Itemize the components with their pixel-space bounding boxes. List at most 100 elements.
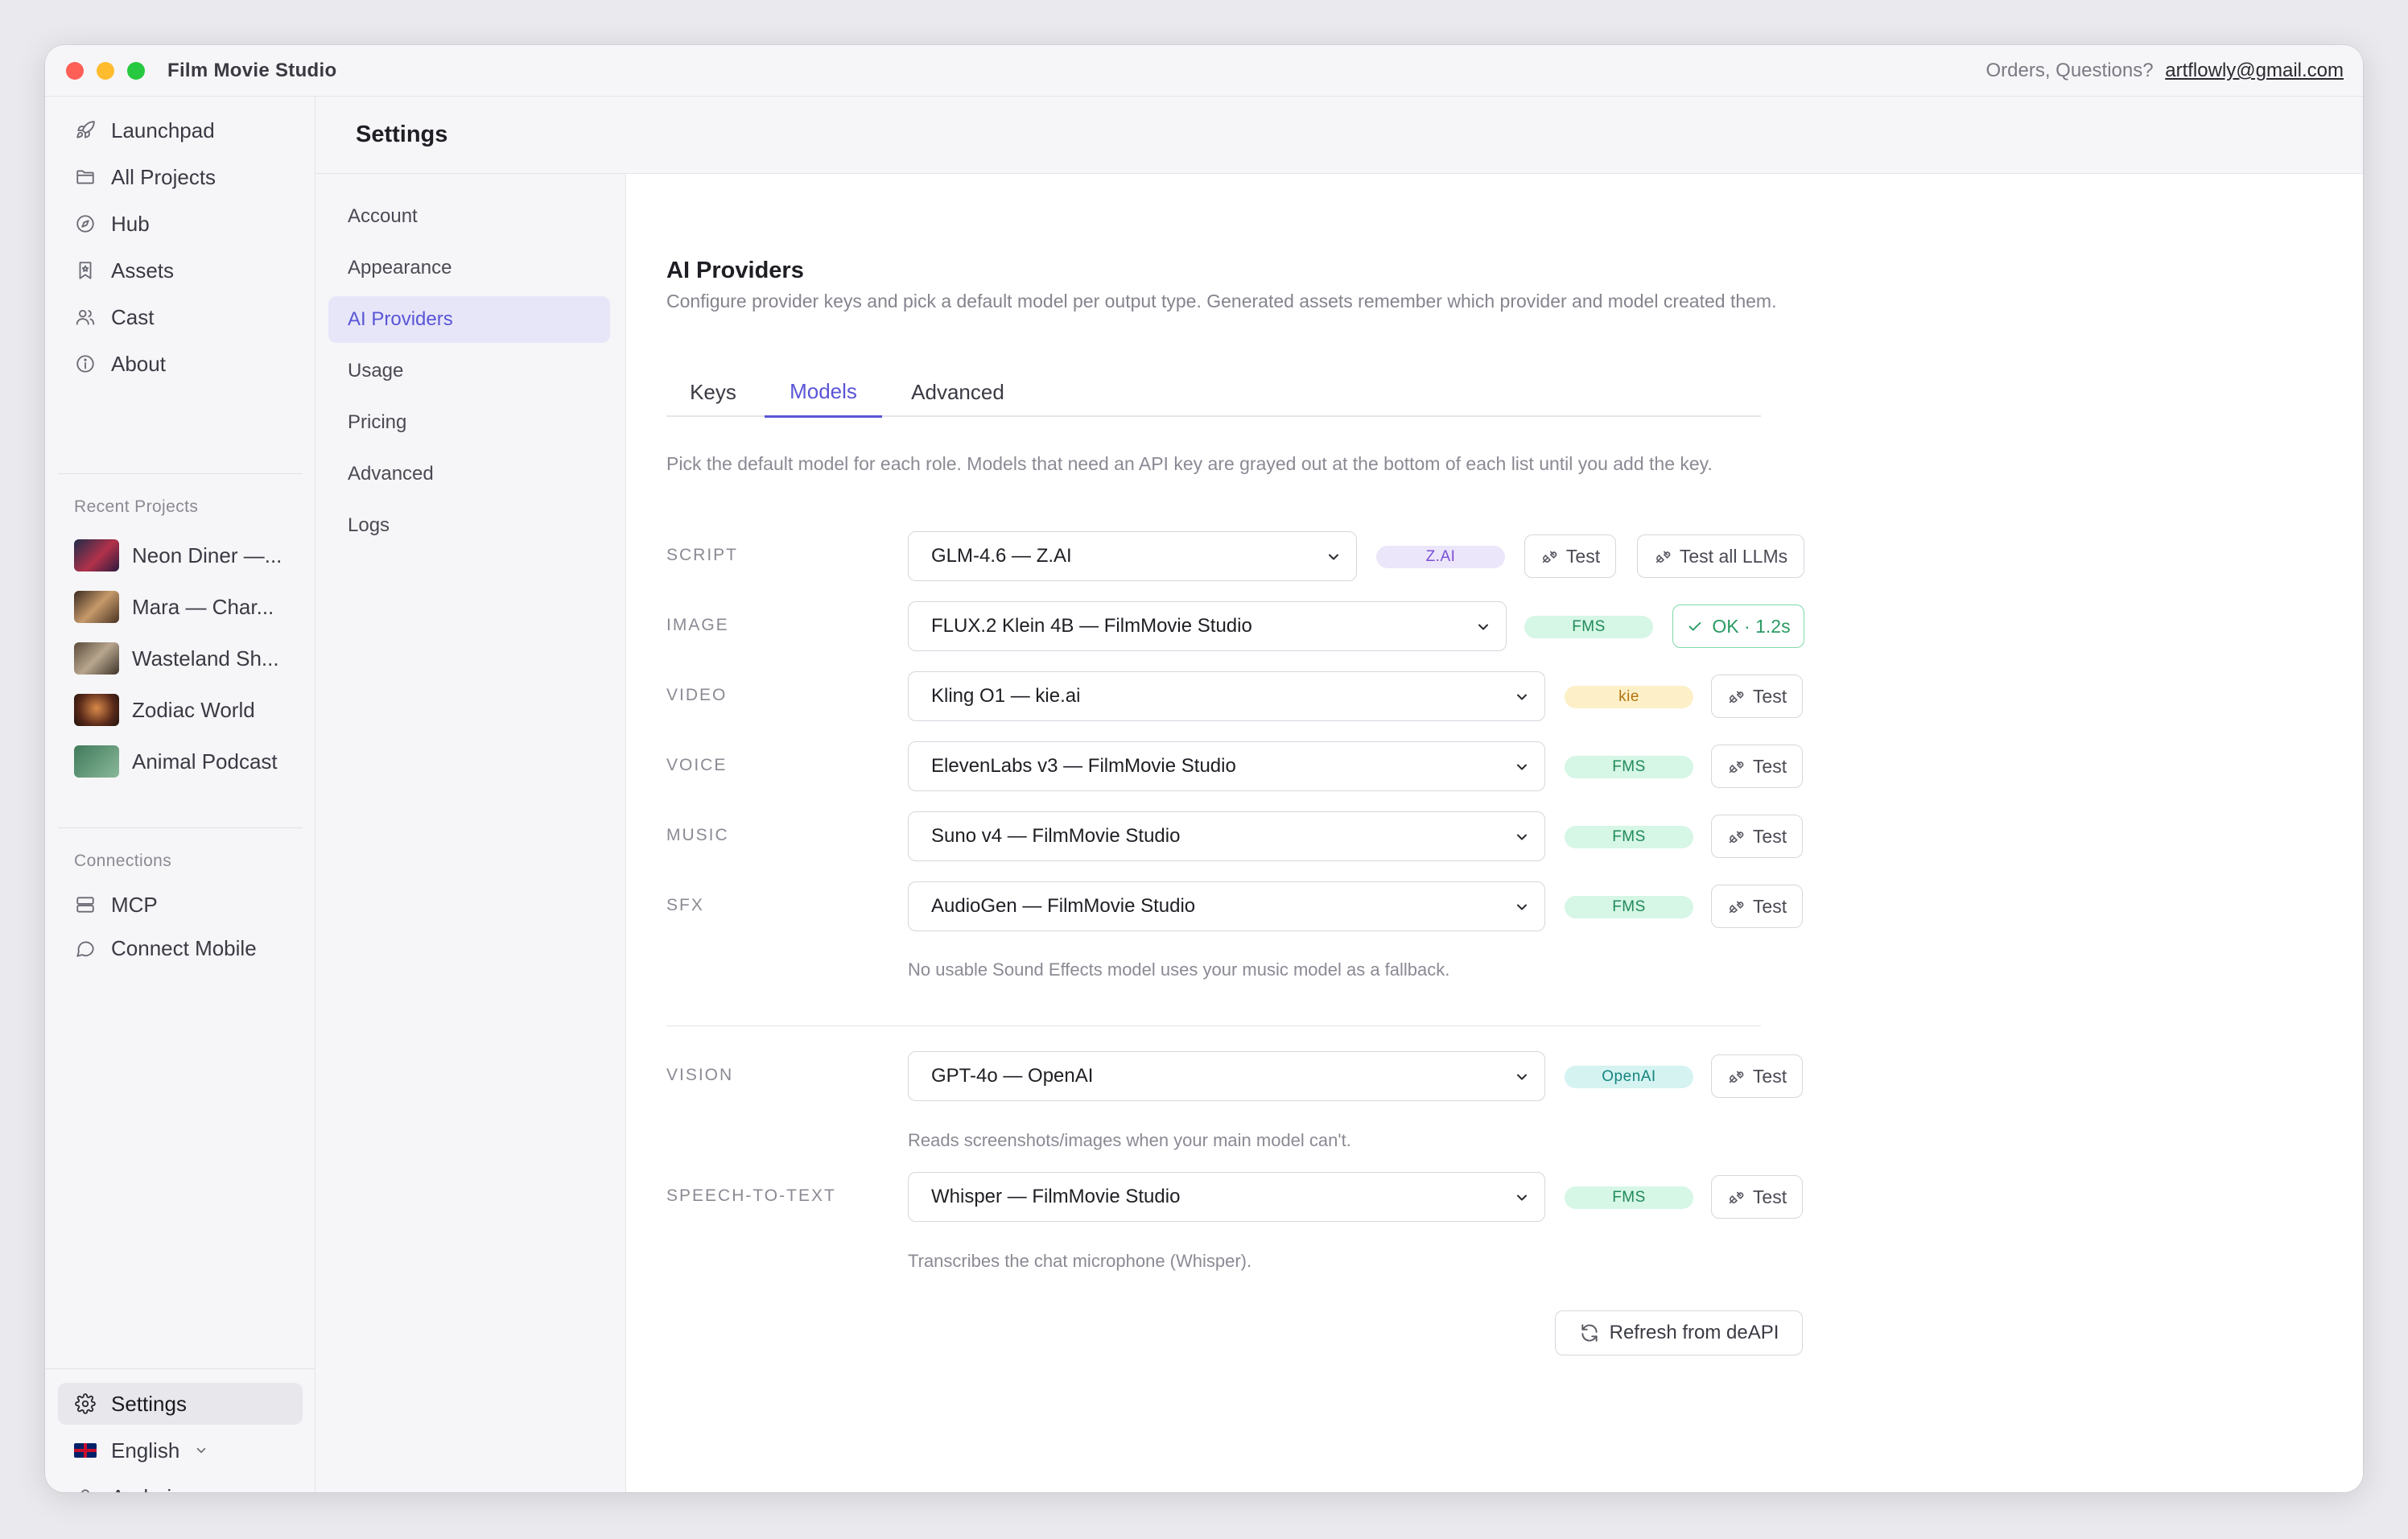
close-window-button[interactable] (66, 61, 84, 80)
image-test-status[interactable]: OK · 1.2s (1672, 604, 1804, 648)
settings-nav-ai-providers[interactable]: AI Providers (328, 296, 610, 343)
compass-icon (74, 212, 97, 235)
models-intro: Pick the default model for each role. Mo… (666, 453, 1713, 474)
provider-badge-kie: kie (1565, 686, 1693, 708)
recent-project-item[interactable]: Zodiac World (74, 692, 299, 728)
check-icon (1686, 617, 1704, 635)
voice-test-button[interactable]: Test (1711, 745, 1803, 788)
plug-icon (1727, 757, 1745, 775)
sidebar-item-mcp[interactable]: MCP (58, 884, 303, 926)
sfx-test-button[interactable]: Test (1711, 885, 1803, 928)
sidebar-item-label: Launchpad (111, 118, 215, 142)
chat-bubble-icon (74, 937, 97, 959)
user-icon (74, 1486, 97, 1492)
sidebar-item-hub[interactable]: Hub (58, 203, 303, 245)
refresh-from-deapi-button[interactable]: Refresh from deAPI (1555, 1310, 1803, 1355)
server-icon (74, 893, 97, 916)
recent-project-item[interactable]: Animal Podcast (74, 744, 299, 779)
video-test-button[interactable]: Test (1711, 675, 1803, 718)
minimize-window-button[interactable] (97, 61, 114, 80)
gear-icon (74, 1393, 97, 1415)
script-model-value: GLM-4.6 — Z.AI (931, 545, 1072, 567)
sidebar-item-label: Hub (111, 211, 150, 236)
speech-to-text-test-button[interactable]: Test (1711, 1175, 1803, 1219)
voice-model-select[interactable]: ElevenLabs v3 — FilmMovie Studio (908, 741, 1545, 791)
ai-providers-panel: AI Providers Configure provider keys and… (626, 174, 2363, 1492)
test-all-llms-button[interactable]: Test all LLMs (1637, 534, 1804, 578)
settings-nav-appearance[interactable]: Appearance (328, 245, 610, 291)
sidebar-item-label: Cast (111, 304, 155, 329)
recent-project-label: Zodiac World (132, 697, 255, 722)
provider-badge-openai: OpenAI (1565, 1066, 1693, 1088)
provider-badge-fms: FMS (1565, 896, 1693, 918)
image-model-value: FLUX.2 Klein 4B — FilmMovie Studio (931, 615, 1252, 637)
settings-nav-pricing[interactable]: Pricing (328, 399, 610, 446)
video-model-select[interactable]: Kling O1 — kie.ai (908, 671, 1545, 721)
test-button-label: Test (1752, 685, 1787, 707)
music-test-button[interactable]: Test (1711, 815, 1803, 858)
recent-projects-heading: Recent Projects (74, 497, 199, 516)
chevron-down-icon (1326, 548, 1342, 564)
sidebar-item-all-projects[interactable]: All Projects (58, 156, 303, 198)
folder-icon (74, 166, 97, 188)
chevron-down-icon (1475, 618, 1491, 634)
vision-test-button[interactable]: Test (1711, 1054, 1803, 1098)
section-divider (666, 1025, 1761, 1026)
plug-icon (1654, 547, 1672, 565)
sidebar-item-cast[interactable]: Cast (58, 296, 303, 338)
music-model-select[interactable]: Suno v4 — FilmMovie Studio (908, 811, 1545, 861)
recent-project-item[interactable]: Mara — Char... (74, 589, 299, 625)
contact-email-link[interactable]: artflowly@gmail.com (2165, 60, 2344, 81)
tab-models[interactable]: Models (765, 367, 882, 418)
chevron-down-icon (194, 1443, 208, 1458)
sidebar-item-launchpad[interactable]: Launchpad (58, 109, 303, 151)
script-model-select[interactable]: GLM-4.6 — Z.AI (908, 531, 1357, 581)
sfx-model-select[interactable]: AudioGen — FilmMovie Studio (908, 881, 1545, 931)
language-selector[interactable]: English (58, 1430, 303, 1471)
connections-heading: Connections (74, 852, 172, 870)
page-title: Settings (315, 97, 2363, 174)
language-label: English (111, 1438, 180, 1463)
sidebar-item-connect-mobile[interactable]: Connect Mobile (58, 927, 303, 969)
role-label-sfx: SFX (666, 896, 704, 914)
vision-model-value: GPT-4o — OpenAI (931, 1065, 1094, 1087)
sidebar-item-label: Settings (111, 1391, 187, 1416)
recent-project-label: Animal Podcast (132, 749, 278, 774)
sidebar-divider (58, 827, 303, 828)
chevron-down-icon (1514, 898, 1530, 914)
settings-nav-advanced[interactable]: Advanced (328, 451, 610, 497)
sidebar-divider (58, 473, 303, 474)
zoom-window-button[interactable] (127, 61, 145, 80)
settings-nav-logs[interactable]: Logs (328, 502, 610, 549)
vision-model-select[interactable]: GPT-4o — OpenAI (908, 1051, 1545, 1101)
sfx-fallback-note: No usable Sound Effects model uses your … (908, 959, 1450, 980)
sidebar-item-settings[interactable]: Settings (58, 1383, 303, 1425)
settings-nav-account[interactable]: Account (328, 193, 610, 240)
provider-badge-fms: FMS (1565, 756, 1693, 778)
sidebar-footer-divider (45, 1368, 315, 1369)
tab-keys[interactable]: Keys (666, 367, 760, 417)
recent-project-item[interactable]: Neon Diner —... (74, 538, 299, 573)
speech-to-text-model-select[interactable]: Whisper — FilmMovie Studio (908, 1172, 1545, 1222)
project-thumbnail (74, 539, 119, 571)
user-profile[interactable]: Andrej (58, 1476, 303, 1492)
plug-icon (1540, 547, 1558, 565)
voice-model-value: ElevenLabs v3 — FilmMovie Studio (931, 755, 1236, 777)
script-test-button[interactable]: Test (1524, 534, 1616, 578)
test-status-label: OK · 1.2s (1712, 615, 1791, 637)
project-thumbnail (74, 642, 119, 675)
sidebar-item-assets[interactable]: Assets (58, 250, 303, 291)
plug-icon (1727, 1188, 1745, 1206)
plug-icon (1727, 1067, 1745, 1085)
settings-nav-usage[interactable]: Usage (328, 348, 610, 394)
role-label-video: VIDEO (666, 686, 728, 704)
tab-advanced[interactable]: Advanced (893, 367, 1022, 417)
test-button-label: Test (1752, 825, 1787, 847)
role-label-script: SCRIPT (666, 546, 739, 564)
plug-icon (1727, 897, 1745, 915)
user-name: Andrej (111, 1485, 171, 1493)
sidebar-item-about[interactable]: About (58, 343, 303, 385)
image-model-select[interactable]: FLUX.2 Klein 4B — FilmMovie Studio (908, 601, 1507, 651)
recent-project-item[interactable]: Wasteland Sh... (74, 641, 299, 676)
project-thumbnail (74, 745, 119, 778)
